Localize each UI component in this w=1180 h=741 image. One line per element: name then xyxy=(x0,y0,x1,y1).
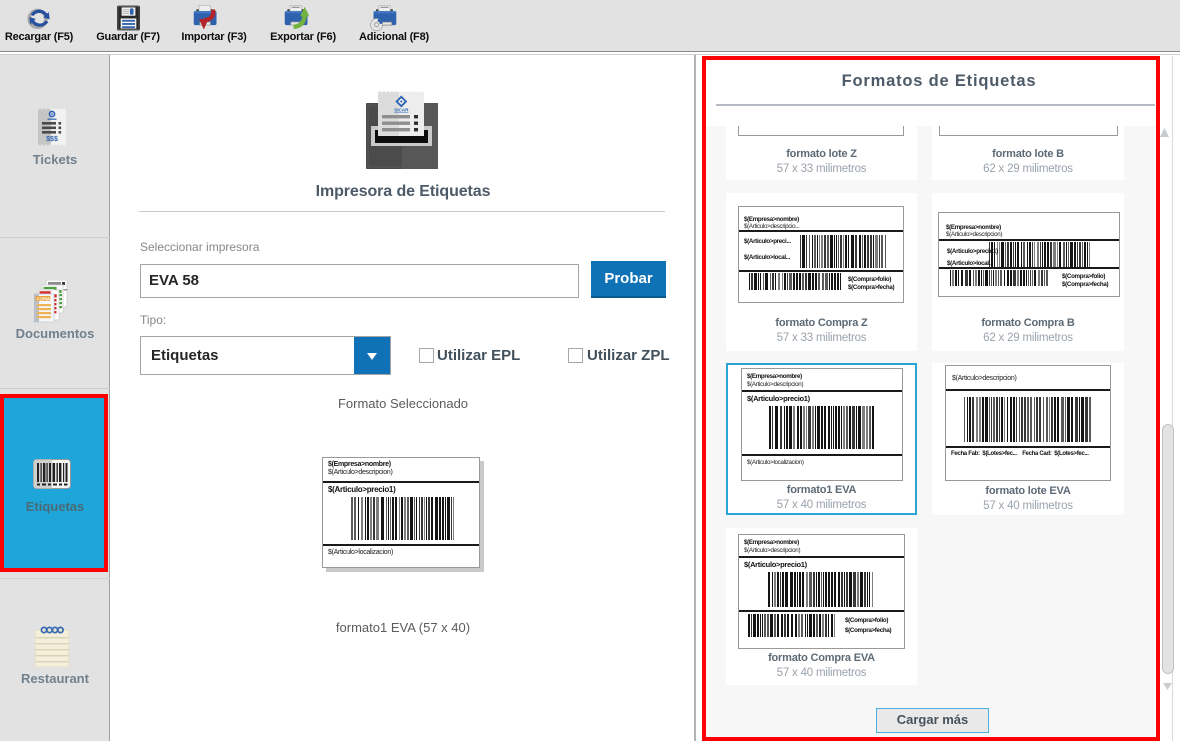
svg-text:FORMA: FORMA xyxy=(37,296,52,301)
svg-text:$$$: $$$ xyxy=(46,136,58,143)
svg-text:SICAR: SICAR xyxy=(394,108,409,113)
